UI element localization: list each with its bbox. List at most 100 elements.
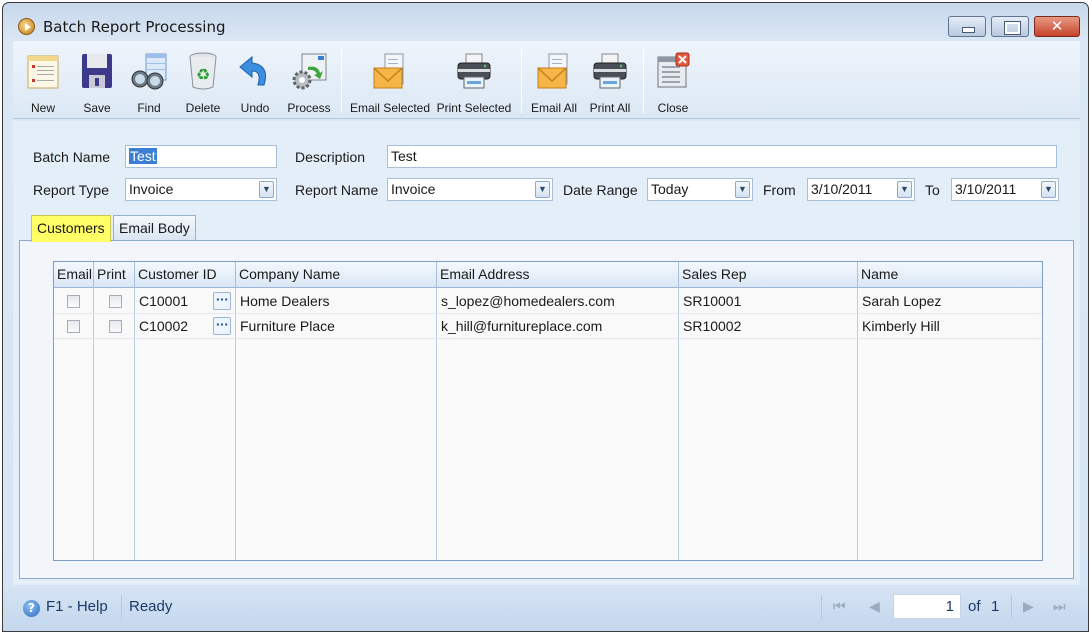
status-separator	[1011, 595, 1012, 619]
table-row[interactable]: C10001 ··· Home Dealers s_lopez@homedeal…	[54, 289, 1042, 314]
customer-id-cell[interactable]: C10002	[136, 314, 188, 339]
chevron-down-icon[interactable]: ▼	[735, 181, 750, 198]
column-header-email-address[interactable]: Email Address	[437, 262, 679, 288]
form-area: Batch Name Test Description Test Report …	[13, 121, 1080, 585]
floppy-disk-icon	[82, 54, 112, 88]
column-header-email[interactable]: Email	[54, 262, 94, 288]
help-icon[interactable]: ?	[23, 600, 40, 617]
print-checkbox[interactable]	[109, 295, 122, 308]
help-text[interactable]: F1 - Help	[46, 598, 108, 615]
table-row[interactable]: C10002 ··· Furniture Place k_hill@furnit…	[54, 314, 1042, 339]
customers-panel: Email Print Customer ID Company Name Ema…	[19, 240, 1074, 579]
window-title: Batch Report Processing	[43, 18, 226, 36]
report-name-value: Invoice	[391, 181, 436, 197]
page-number-input[interactable]: 1	[893, 594, 961, 619]
save-button[interactable]: Save	[73, 45, 121, 117]
page-total: 1	[991, 598, 1000, 615]
close-window-button[interactable]: ✕	[1034, 16, 1080, 37]
undo-arrow-icon	[239, 55, 266, 86]
process-label: Process	[287, 101, 331, 115]
delete-label: Delete	[185, 101, 221, 115]
print-selected-label: Print Selected	[436, 101, 512, 115]
description-input[interactable]: Test	[387, 145, 1057, 168]
chevron-down-icon[interactable]: ▼	[897, 181, 912, 198]
chevron-down-icon[interactable]: ▼	[1041, 181, 1056, 198]
to-date-picker[interactable]: 3/10/2011 ▼	[951, 178, 1059, 201]
close-label: Close	[657, 101, 689, 115]
date-range-select[interactable]: Today ▼	[647, 178, 753, 201]
delete-button[interactable]: ♻ Delete	[179, 45, 227, 117]
name-cell[interactable]: Kimberly Hill	[859, 314, 940, 339]
process-button[interactable]: Process	[285, 45, 333, 117]
print-all-button[interactable]: Print All	[585, 45, 635, 117]
customer-id-cell[interactable]: C10001	[136, 289, 188, 314]
description-label: Description	[295, 149, 366, 165]
column-header-print[interactable]: Print	[94, 262, 135, 288]
process-gear-icon	[292, 53, 327, 90]
column-header-customer-id[interactable]: Customer ID	[135, 262, 236, 288]
column-header-company-name[interactable]: Company Name	[236, 262, 437, 288]
status-bar: ? F1 - Help Ready ⏮ ◀ 1 of 1 ▶ ⏭	[3, 587, 1088, 631]
email-checkbox[interactable]	[67, 295, 80, 308]
date-range-label: Date Range	[563, 182, 638, 198]
next-page-icon[interactable]: ▶	[1023, 599, 1034, 615]
email-all-label: Email All	[530, 101, 577, 115]
new-label: New	[30, 101, 55, 115]
first-page-icon[interactable]: ⏮	[833, 599, 846, 615]
app-icon	[18, 18, 35, 35]
close-icon: ✕	[1050, 17, 1064, 35]
sales-rep-cell[interactable]: SR10001	[680, 289, 741, 314]
print-checkbox[interactable]	[109, 320, 122, 333]
toolbar-separator	[521, 47, 522, 113]
customers-grid: Email Print Customer ID Company Name Ema…	[53, 261, 1043, 561]
company-name-cell[interactable]: Furniture Place	[237, 314, 335, 339]
title-bar: Batch Report Processing ✕	[3, 3, 1088, 41]
chevron-down-icon[interactable]: ▼	[535, 181, 550, 198]
new-document-icon	[27, 55, 59, 89]
status-separator	[821, 595, 822, 619]
sales-rep-cell[interactable]: SR10002	[680, 314, 741, 339]
email-address-cell[interactable]: s_lopez@homedealers.com	[438, 289, 615, 314]
lookup-button[interactable]: ···	[213, 292, 231, 310]
email-all-button[interactable]: Email All	[529, 45, 579, 117]
email-address-cell[interactable]: k_hill@furnitureplace.com	[438, 314, 602, 339]
last-page-icon[interactable]: ⏭	[1053, 599, 1066, 615]
report-name-select[interactable]: Invoice ▼	[387, 178, 553, 201]
to-date-value: 3/10/2011	[955, 181, 1017, 197]
envelope-icon	[373, 53, 404, 89]
toolbar: New Save Find ♻ Delete Undo Process Emai…	[13, 41, 1080, 119]
tab-email-body[interactable]: Email Body	[113, 215, 196, 241]
close-button[interactable]: Close	[649, 45, 697, 117]
status-text: Ready	[129, 598, 173, 615]
company-name-cell[interactable]: Home Dealers	[237, 289, 329, 314]
report-type-value: Invoice	[129, 181, 174, 197]
undo-button[interactable]: Undo	[231, 45, 279, 117]
maximize-button[interactable]	[991, 16, 1029, 37]
lookup-button[interactable]: ···	[213, 317, 231, 335]
date-range-value: Today	[651, 181, 689, 197]
printer-icon	[593, 53, 627, 89]
report-type-select[interactable]: Invoice ▼	[125, 178, 277, 201]
column-header-name[interactable]: Name	[858, 262, 1042, 288]
grid-header: Email Print Customer ID Company Name Ema…	[54, 262, 1042, 288]
print-selected-button[interactable]: Print Selected	[435, 45, 513, 117]
report-type-label: Report Type	[33, 182, 110, 198]
name-cell[interactable]: Sarah Lopez	[859, 289, 941, 314]
batch-name-input[interactable]: Test	[125, 145, 277, 168]
find-button[interactable]: Find	[125, 45, 173, 117]
new-button[interactable]: New	[19, 45, 67, 117]
from-date-picker[interactable]: 3/10/2011 ▼	[807, 178, 915, 201]
email-selected-button[interactable]: Email Selected	[350, 45, 430, 117]
chevron-down-icon[interactable]: ▼	[259, 181, 274, 198]
email-checkbox[interactable]	[67, 320, 80, 333]
minimize-button[interactable]	[948, 16, 986, 37]
find-label: Find	[137, 101, 161, 115]
previous-page-icon[interactable]: ◀	[869, 599, 880, 615]
svg-text:♻: ♻	[196, 65, 210, 84]
tab-customers[interactable]: Customers	[31, 215, 111, 242]
column-header-sales-rep[interactable]: Sales Rep	[679, 262, 858, 288]
from-label: From	[763, 182, 796, 198]
print-all-label: Print All	[589, 101, 631, 115]
batch-report-window: Batch Report Processing ✕ New Save Find …	[2, 2, 1089, 632]
status-separator	[121, 595, 122, 619]
